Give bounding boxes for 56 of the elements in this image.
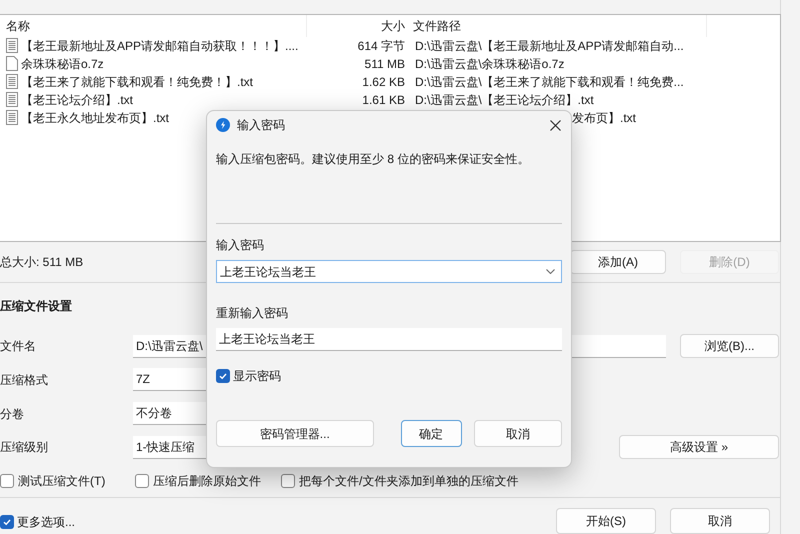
password-combobox[interactable]: 上老王论坛当老王: [216, 260, 562, 283]
chevron-down-icon: [546, 269, 555, 274]
checkbox[interactable]: [281, 474, 295, 488]
text-file-icon: [6, 110, 18, 126]
checkbox-label: 显示密码: [233, 368, 281, 385]
field-label: 输入密码: [216, 237, 265, 254]
cancel-button[interactable]: 取消: [670, 508, 770, 534]
checkbox[interactable]: [216, 369, 230, 383]
column-header[interactable]: 名称: [0, 14, 307, 37]
field-label: 文件名: [0, 338, 37, 356]
field-label: 压缩级别: [0, 439, 49, 456]
text-file-icon: [6, 38, 18, 54]
app-logo-icon: [216, 118, 230, 132]
section-title: 压缩文件设置: [0, 298, 72, 316]
cancel-button[interactable]: 取消: [474, 420, 562, 447]
start-button[interactable]: 开始(S): [556, 508, 656, 534]
file-size: 1.61 KB: [362, 92, 405, 109]
advanced-settings-button[interactable]: 高级设置 »: [619, 435, 779, 460]
checkbox[interactable]: [0, 474, 14, 488]
close-icon[interactable]: [550, 120, 561, 130]
field-label: 重新输入密码: [216, 305, 289, 322]
checkmark-icon: [218, 371, 228, 381]
field-label: 分卷: [0, 406, 25, 423]
file-name[interactable]: 余珠珠秘语o.7z: [21, 54, 104, 73]
file-path: 发布页】.txt: [572, 110, 636, 125]
file-name[interactable]: 【老王论坛介绍】.txt: [21, 90, 134, 109]
checkbox-label: 把每个文件/文件夹添加到单独的压缩文件: [299, 472, 518, 490]
file-path: D:\迅雷云盘\【老王论坛介绍】.txt: [415, 92, 594, 107]
checkbox[interactable]: [135, 474, 149, 488]
file-name[interactable]: 【老王最新地址及APP请发邮箱自动获取！！！】....: [21, 36, 298, 55]
field-label: 压缩格式: [0, 372, 49, 389]
checkbox-label: 更多选项...: [17, 514, 76, 531]
text-file-icon: [6, 92, 18, 108]
checkmark-icon: [2, 517, 12, 527]
file-size: 1.62 KB: [362, 74, 405, 91]
input-field[interactable]: 上老王论坛当老王: [216, 328, 562, 351]
file-name[interactable]: 【老王来了就能下载和观看！纯免费！】.txt: [21, 72, 254, 91]
checkbox-label: 测试压缩文件(T): [18, 472, 106, 490]
checkbox-label: 压缩后删除原始文件: [153, 472, 261, 490]
file-path: D:\迅雷云盘\【老王最新地址及APP请发邮箱自动...: [415, 38, 684, 53]
file-path: D:\迅雷云盘\余珠珠秘语o.7z: [415, 56, 564, 71]
file-icon: [6, 56, 18, 72]
checkbox[interactable]: [0, 515, 14, 529]
file-name[interactable]: 【老王永久地址发布页】.txt: [21, 108, 170, 127]
file-size: 614 字节: [358, 38, 405, 55]
dialog-title: 输入密码: [237, 117, 285, 134]
file-path: D:\迅雷云盘\【老王来了就能下载和观看！纯免费...: [415, 74, 684, 89]
ok-button[interactable]: 确定: [400, 420, 462, 447]
add-button[interactable]: 添加(A): [570, 250, 666, 274]
column-header[interactable]: 文件路径: [407, 14, 707, 37]
file-size: 511 MB: [364, 56, 405, 73]
password-manager-button[interactable]: 密码管理器...: [216, 420, 374, 447]
column-header[interactable]: 大小: [307, 14, 407, 37]
text-file-icon: [6, 74, 18, 90]
browse-button[interactable]: 浏览(B)...: [680, 334, 779, 358]
dialog-description: 输入压缩包密码。建议使用至少 8 位的密码来保证安全性。: [216, 151, 530, 168]
